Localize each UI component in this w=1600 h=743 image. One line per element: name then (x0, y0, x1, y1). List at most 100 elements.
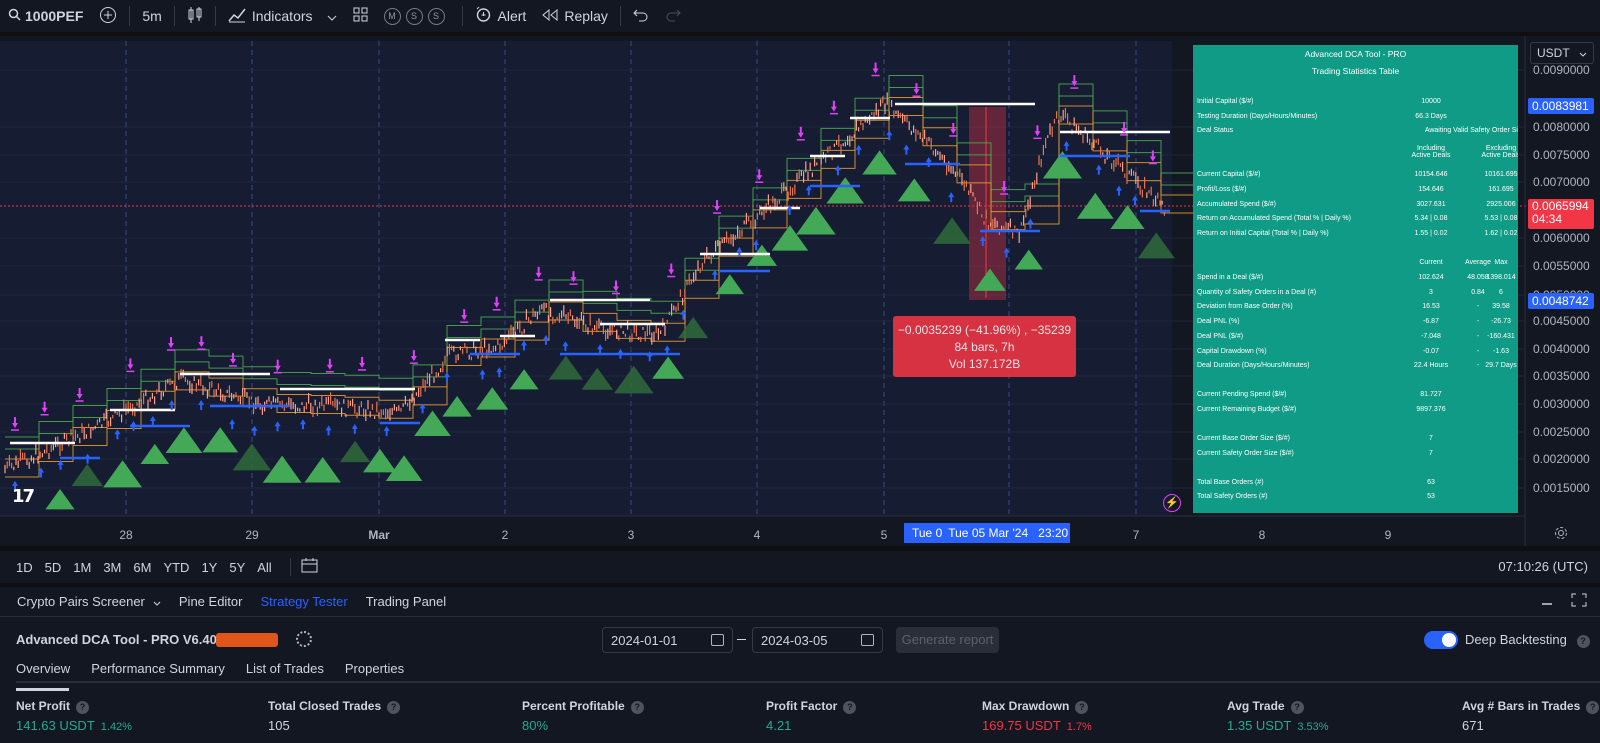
replay-button[interactable]: Replay (534, 0, 616, 32)
tab-trading-panel[interactable]: Trading Panel (357, 594, 455, 609)
stats-value: 81.727 (1420, 391, 1442, 398)
stats-info-row: Testing Duration (Days/Hours/Minutes) 66.… (1197, 113, 1514, 123)
price-scale-label: 0.0070000 (1533, 175, 1590, 189)
date-range-button[interactable] (289, 558, 318, 576)
calendar-icon[interactable] (711, 634, 724, 646)
layouts-button[interactable] (345, 0, 376, 32)
strategy-settings-icon[interactable] (296, 631, 312, 647)
lightning-icon[interactable]: ⚡ (1163, 494, 1181, 512)
metric-value: 80% (522, 718, 644, 733)
metric-value-text: 105 (268, 718, 290, 733)
help-icon[interactable]: ? (387, 701, 401, 714)
stats-info-row: Initial Capital ($/#) 10000 (1197, 98, 1514, 108)
help-icon[interactable]: ? (76, 701, 89, 714)
stats-value: - (1476, 362, 1480, 369)
alarm-clock-icon (475, 6, 492, 26)
tab-crypto-pairs-screener[interactable]: Crypto Pairs Screener (8, 594, 170, 609)
deep-backtesting-toggle[interactable] (1424, 631, 1458, 649)
stats-value: 5.53 | 0.08 (1484, 215, 1518, 222)
timeframe-bar: 1D 5D 1M 3M 6M YTD 1Y 5Y All 07:10:26 (UTC) (0, 551, 1600, 583)
column-head: Active Deals (1481, 152, 1518, 159)
stats-label: Deal Duration (Days/Hours/Minutes) (1197, 362, 1310, 369)
price-scale-label: 0.0015000 (1533, 481, 1590, 495)
metric-max-drawdown: Max Drawdown? 169.75 USDT 1.7% (982, 699, 1092, 733)
timeframe-1m-button[interactable]: 1M (67, 560, 97, 575)
currency-select[interactable]: USDT (1530, 42, 1594, 64)
stats-value: 10154.646 (1414, 171, 1448, 178)
stats-value: - (1476, 318, 1480, 325)
timeframe-1d-button[interactable]: 1D (10, 560, 39, 575)
toolbar-divider (619, 6, 621, 26)
help-icon[interactable]: ? (843, 701, 857, 714)
help-icon[interactable]: ? (630, 701, 644, 714)
minimize-icon (1540, 595, 1554, 610)
stats-pending-row: Current Remaining Budget ($/#) 9897.376 (1197, 406, 1514, 416)
subtab-properties[interactable]: Properties (345, 661, 404, 683)
metric-value-text: 169.75 USDT (982, 718, 1061, 733)
measure-bars: 84 bars, 7h (954, 340, 1015, 354)
chart-area[interactable]: 17 Advanced DCA Tool - PRO Trading Statis… (0, 36, 1600, 546)
interval-button[interactable]: 5m (134, 0, 169, 32)
stats-label: Testing Duration (Days/Hours/Minutes) (1197, 113, 1318, 120)
help-icon[interactable]: ? (1290, 701, 1304, 714)
stats-value: 22.4 Hours (1413, 362, 1449, 369)
metric-value: 4.21 (766, 718, 856, 733)
stats-value: 66.3 Days (1415, 113, 1447, 120)
compare-symbol-button[interactable] (91, 0, 125, 32)
subtab-overview[interactable]: Overview (16, 661, 70, 691)
timeframe-5y-button[interactable]: 5Y (223, 560, 251, 575)
template-s2-button[interactable]: S (427, 7, 445, 25)
alert-button[interactable]: Alert (467, 0, 535, 32)
metric-label-text: Avg Trade (1227, 699, 1285, 713)
tab-strategy-tester[interactable]: Strategy Tester (251, 594, 356, 609)
metric-label-text: Total Closed Trades (268, 699, 382, 713)
symbol-search[interactable]: 1000PEF (0, 0, 91, 32)
utc-clock[interactable]: 07:10:26 (UTC) (1498, 559, 1588, 574)
deep-backtesting-text: Deep Backtesting (1465, 632, 1567, 647)
tab-pine-editor[interactable]: Pine Editor (170, 594, 252, 609)
help-icon[interactable]: ? (1586, 701, 1600, 714)
stats-size-row: Current Base Order Size ($/#) 7 (1197, 435, 1514, 445)
trading-statistics-table: Advanced DCA Tool - PRO Trading Statistic… (1193, 45, 1518, 513)
time-axis-label: 9 (1384, 528, 1392, 542)
price-scale-label: 0.0045000 (1533, 314, 1590, 328)
stats-title: Advanced DCA Tool - PRO (1304, 49, 1407, 59)
redo-button[interactable] (657, 0, 689, 32)
subtab-performance-summary[interactable]: Performance Summary (91, 661, 225, 683)
undo-button[interactable] (625, 0, 657, 32)
price-scale-label: 0.0040000 (1533, 342, 1590, 356)
timeframe-all-button[interactable]: All (251, 560, 277, 575)
metric-label: Max Drawdown? (982, 699, 1092, 714)
timeframe-6m-button[interactable]: 6M (127, 560, 157, 575)
tradingview-logo: 17 (12, 486, 35, 507)
replay-label: Replay (564, 8, 608, 24)
timeframe-ytd-button[interactable]: YTD (157, 560, 195, 575)
maximize-panel-button[interactable] (1571, 593, 1587, 610)
template-m-button[interactable]: M (383, 7, 401, 25)
redo-icon (665, 8, 681, 25)
help-icon[interactable]: ? (1576, 635, 1590, 648)
chart-type-button[interactable] (179, 0, 211, 32)
stats-pending-row: Current Pending Spend ($/#) 81.727 (1197, 391, 1514, 401)
indicators-button[interactable]: Indicators (220, 0, 345, 32)
stats-label: Current Pending Spend ($/#) (1197, 391, 1287, 398)
timeframe-5d-button[interactable]: 5D (39, 560, 68, 575)
deep-backtesting-label: Deep Backtesting ? (1465, 632, 1590, 648)
strategy-subtabs: Overview Performance Summary List of Tra… (16, 661, 425, 691)
gear-icon (1554, 527, 1568, 543)
indicators-label: Indicators (251, 8, 313, 24)
timeframe-3m-button[interactable]: 3M (97, 560, 127, 575)
metric-avg-trade: Avg Trade? 1.35 USDT 3.53% (1227, 699, 1329, 733)
generate-report-button[interactable]: Generate report (896, 627, 999, 653)
calendar-icon[interactable] (861, 634, 874, 646)
time-axis-settings-button[interactable] (1554, 526, 1568, 543)
time-axis-label: 8 (1258, 528, 1266, 542)
subtab-list-of-trades[interactable]: List of Trades (246, 661, 324, 683)
help-icon[interactable]: ? (1075, 701, 1089, 714)
metric-net-profit: Net Profit? 141.63 USDT 1.42% (16, 699, 132, 733)
timeframe-1y-button[interactable]: 1Y (195, 560, 223, 575)
template-s-button[interactable]: S (405, 7, 423, 25)
stats-total-row: Total Base Orders (#) 63 (1197, 479, 1514, 489)
minimize-panel-button[interactable] (1540, 593, 1554, 610)
stats-value: 161.695 (1488, 186, 1514, 193)
